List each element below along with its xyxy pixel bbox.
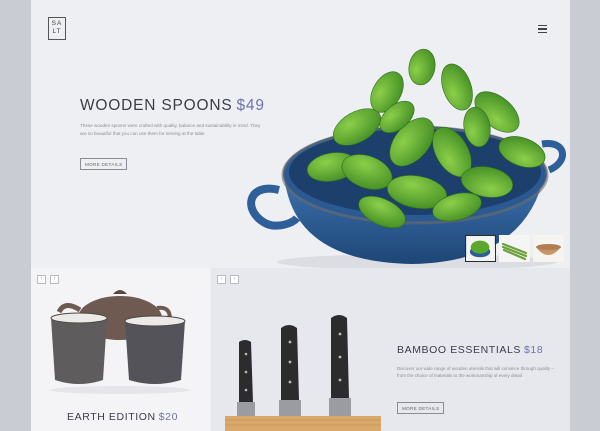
hero-more-details-button[interactable]: MORE DETAILS bbox=[80, 158, 128, 170]
bamboo-essentials-panel: ‹ › BAMBOO ESSENTIALS $18 Discover our w… bbox=[211, 268, 570, 431]
salad-pot-image bbox=[247, 48, 566, 268]
wooden-bowl-thumbnail[interactable] bbox=[533, 235, 564, 262]
earth-price: $20 bbox=[158, 411, 179, 423]
teapot-and-cups-image bbox=[50, 290, 190, 394]
earth-product-name: EARTH EDITION bbox=[67, 411, 156, 423]
logo-line-1: SA bbox=[51, 20, 63, 27]
earth-edition-panel: ‹ › EARTH EDITION $20 bbox=[31, 268, 210, 431]
knife-block-image bbox=[225, 315, 381, 431]
logo-line-2: LT bbox=[52, 28, 62, 35]
hero-thumbnail-strip bbox=[465, 235, 565, 262]
earth-edition-title: EARTH EDITION $20 bbox=[67, 411, 178, 423]
bamboo-more-details-button[interactable]: MORE DETAILS bbox=[397, 402, 445, 414]
bamboo-next-arrow[interactable]: › bbox=[230, 275, 239, 284]
asparagus-thumbnail[interactable] bbox=[499, 235, 530, 262]
salt-logo[interactable]: SA LT bbox=[48, 17, 66, 40]
bamboo-product-name: BAMBOO ESSENTIALS bbox=[397, 344, 521, 356]
product-showcase-page: SA LT WOODEN SPOONS $49 These wooden spoo… bbox=[31, 0, 570, 431]
bamboo-price: $18 bbox=[523, 344, 544, 356]
bamboo-prev-arrow[interactable]: ‹ bbox=[217, 275, 226, 284]
bamboo-description: Discover our wide range of wooden utensi… bbox=[397, 366, 554, 379]
greens-thumbnail[interactable] bbox=[465, 235, 496, 262]
bamboo-essentials-title: BAMBOO ESSENTIALS $18 bbox=[397, 344, 543, 356]
hero-section: SA LT WOODEN SPOONS $49 These wooden spoo… bbox=[31, 0, 570, 268]
hero-product-name: WOODEN SPOONS bbox=[80, 97, 233, 114]
